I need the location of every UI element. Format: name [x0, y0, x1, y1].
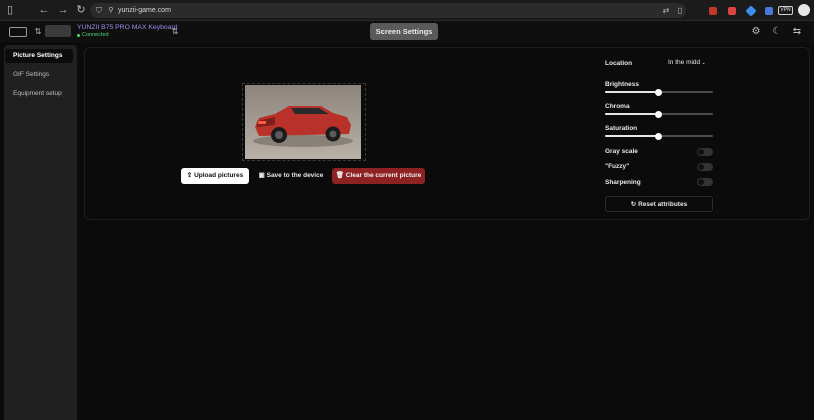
upload-icon: ⇪: [186, 172, 195, 179]
keyboard-thumbnail: [45, 25, 71, 37]
sharpening-toggle[interactable]: [697, 178, 713, 186]
brightness-fill: [605, 91, 659, 93]
address-bar[interactable]: [90, 3, 686, 18]
upload-pictures-button[interactable]: ⇪ Upload pictures: [181, 168, 249, 184]
keyboard-icon: [9, 27, 27, 37]
save-icon: ▣: [258, 172, 267, 179]
chroma-fill: [605, 113, 659, 115]
chroma-label: Chroma: [605, 103, 630, 110]
brightness-label: Brightness: [605, 81, 639, 88]
vpn-badge[interactable]: VPN: [778, 6, 793, 15]
swap-device-icon[interactable]: ⇅: [170, 21, 180, 42]
saturation-thumb[interactable]: [655, 132, 662, 140]
clear-label: Clear the current picture: [345, 172, 422, 179]
chroma-slider[interactable]: [605, 110, 713, 118]
translate-page-icon[interactable]: ⇄: [660, 0, 672, 21]
upload-label: Upload pictures: [194, 172, 244, 179]
device-name: YUNZII B75 PRO MAX Keyboard: [77, 24, 178, 31]
sidebar-item-equipment-setup[interactable]: Equipment setup: [5, 87, 73, 101]
site-info-icon[interactable]: ⚲: [106, 0, 116, 21]
toggle-knob: [698, 164, 704, 170]
dark-mode-moon-icon[interactable]: ☾: [771, 22, 783, 42]
settings-gear-icon[interactable]: ⚙: [750, 22, 762, 42]
location-label: Location: [605, 60, 633, 67]
brightness-thumb[interactable]: [655, 88, 662, 96]
extension-shield-icon[interactable]: [765, 7, 773, 15]
sidebar-item-picture-settings[interactable]: Picture Settings: [5, 49, 73, 63]
bookmark-icon[interactable]: ▯: [675, 0, 685, 21]
saturation-slider[interactable]: [605, 132, 713, 140]
sharpening-label: Sharpening: [605, 179, 641, 186]
location-value: In the midd: [668, 59, 701, 66]
reset-attributes-button[interactable]: ↻ Reset attributes: [605, 196, 713, 212]
fuzzy-label: "Fuzzy": [605, 163, 630, 170]
back-icon[interactable]: ←: [37, 0, 51, 21]
location-select[interactable]: In the midd ⌄: [668, 57, 712, 69]
chevron-down-icon: ⌄: [700, 60, 706, 66]
toggle-knob: [698, 149, 704, 155]
brightness-slider[interactable]: [605, 88, 713, 96]
reload-icon[interactable]: ↻: [74, 0, 88, 21]
saturation-fill: [605, 135, 659, 137]
extension-red-icon[interactable]: [709, 7, 717, 15]
grayscale-toggle[interactable]: [697, 148, 713, 156]
fuzzy-toggle[interactable]: [697, 163, 713, 171]
clear-current-picture-button[interactable]: 🗑 Clear the current picture: [332, 168, 425, 184]
picture-settings-panel: [84, 47, 810, 220]
url-text[interactable]: yunzii-game.com: [118, 3, 171, 18]
toggle-knob: [698, 179, 704, 185]
save-to-device-button[interactable]: ▣ Save to the device: [255, 168, 327, 184]
profile-avatar[interactable]: [798, 4, 810, 16]
connection-dot: [77, 34, 80, 37]
switch-icon[interactable]: ⇅: [33, 21, 43, 42]
car-preview-image: [245, 85, 361, 159]
sidebar-toggle-icon[interactable]: ▯: [3, 0, 17, 21]
refresh-icon: ↻: [630, 201, 639, 208]
screen-settings-button[interactable]: Screen Settings: [370, 23, 438, 40]
language-translate-icon[interactable]: ⇆: [791, 22, 803, 42]
trash-icon: 🗑: [335, 172, 346, 179]
sidebar-item-gif-settings[interactable]: GIF Settings: [5, 68, 73, 82]
chroma-thumb[interactable]: [655, 110, 662, 118]
reset-label: Reset attributes: [638, 201, 688, 208]
saturation-label: Saturation: [605, 125, 638, 132]
grayscale-label: Gray scale: [605, 148, 638, 155]
shield-icon[interactable]: ⛉: [94, 0, 104, 21]
sidebar: [4, 45, 77, 420]
extension-pdf-icon[interactable]: [728, 7, 736, 15]
save-label: Save to the device: [266, 172, 324, 179]
forward-icon[interactable]: →: [56, 0, 70, 21]
connection-status: Connected: [82, 32, 109, 38]
